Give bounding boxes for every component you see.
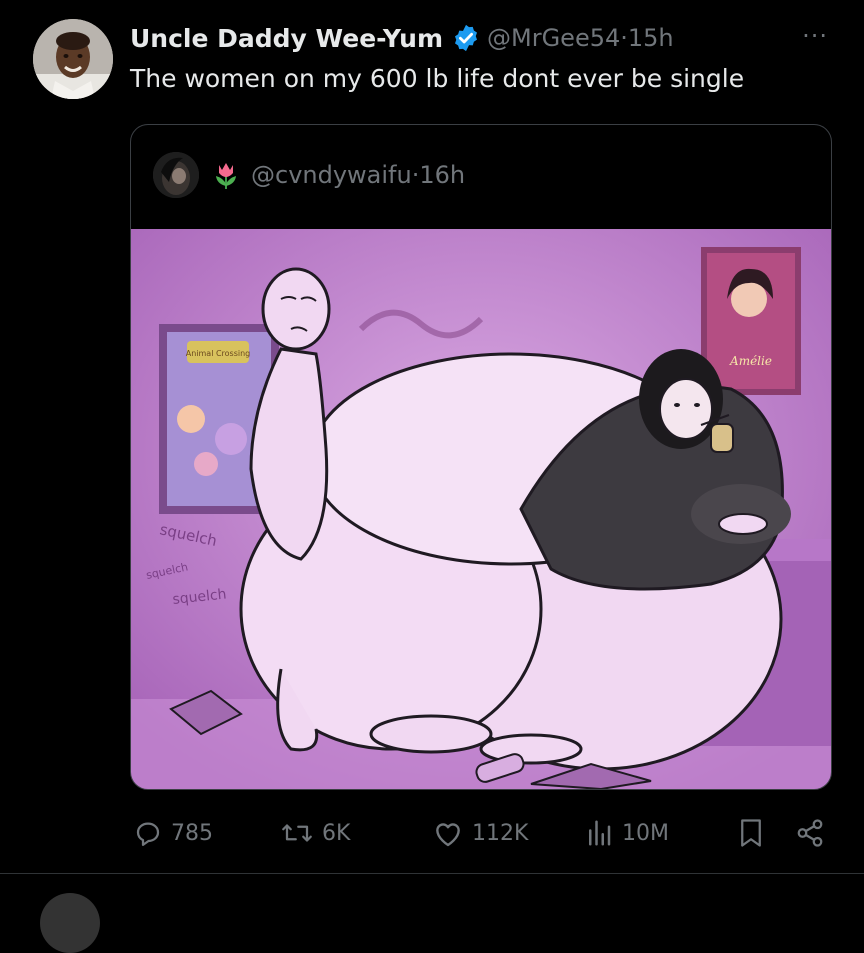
tweet-action-bar: 785 6K 112K 10M — [0, 810, 864, 856]
tweet-header: Uncle Daddy Wee-Yum @MrGee54 · 15h — [130, 20, 674, 56]
reply-count: 785 — [171, 820, 213, 846]
quoted-tweet-header: @cvndywaifu · 16h — [153, 151, 465, 199]
share-icon — [797, 819, 823, 847]
quoted-author-avatar[interactable] — [153, 152, 199, 198]
quoted-tweet[interactable]: @cvndywaifu · 16h Animal Crossing Amélie… — [130, 124, 832, 790]
views-icon — [589, 820, 611, 846]
quoted-tweet-time[interactable]: 16h — [419, 161, 465, 189]
verified-badge-icon — [455, 24, 477, 52]
repost-button[interactable]: 6K — [280, 810, 350, 856]
more-options-icon[interactable]: ··· — [802, 22, 828, 50]
tweet-text: The women on my 600 lb life dont ever be… — [130, 64, 745, 93]
view-count: 10M — [622, 820, 669, 846]
reply-icon — [136, 822, 160, 846]
poster-title-left: Animal Crossing — [186, 349, 251, 358]
tweet-divider — [0, 873, 864, 874]
quoted-avatar-image — [153, 152, 199, 198]
author-avatar[interactable] — [33, 19, 113, 99]
author-avatar-image — [33, 19, 113, 99]
share-button[interactable] — [794, 810, 834, 856]
time-separator: · — [620, 24, 628, 52]
quoted-author-handle[interactable]: @cvndywaifu — [251, 161, 412, 189]
quoted-time-separator: · — [411, 161, 420, 189]
quoted-tweet-image[interactable]: Animal Crossing Amélie squelch squelch s… — [131, 229, 831, 789]
reply-button[interactable]: 785 — [133, 810, 213, 856]
tulip-emoji-icon — [216, 163, 236, 189]
tweet-time[interactable]: 15h — [628, 24, 674, 52]
next-tweet-avatar[interactable] — [40, 893, 100, 953]
like-icon — [436, 823, 460, 847]
author-name[interactable]: Uncle Daddy Wee-Yum — [130, 24, 443, 53]
poster-title-right: Amélie — [729, 354, 772, 368]
repost-icon — [282, 824, 312, 842]
like-count: 112K — [472, 820, 529, 846]
bookmark-icon — [741, 819, 761, 847]
author-handle[interactable]: @MrGee54 — [487, 24, 620, 52]
like-button[interactable]: 112K — [432, 810, 528, 856]
repost-count: 6K — [322, 820, 351, 846]
bookmark-button[interactable] — [738, 810, 772, 856]
views-button[interactable]: 10M — [584, 810, 669, 856]
